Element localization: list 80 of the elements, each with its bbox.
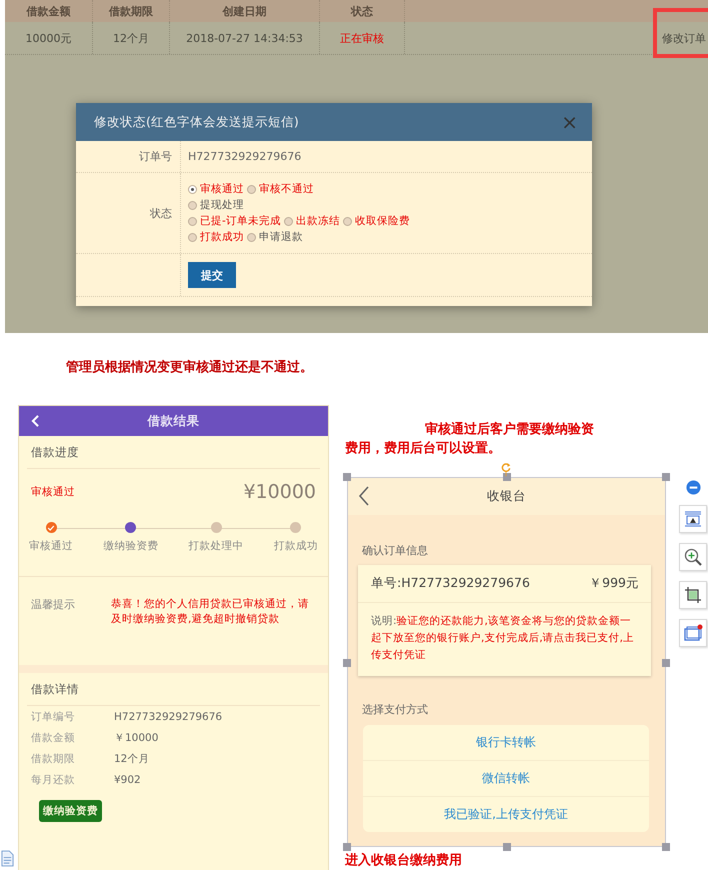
- loan-amount: ¥10000: [243, 481, 316, 503]
- edit-order-link[interactable]: 修改订单: [662, 30, 706, 46]
- column-header: 状态: [320, 0, 405, 22]
- price: ￥999元: [589, 575, 639, 592]
- radio-button[interactable]: [188, 200, 197, 210]
- radio-button[interactable]: [284, 216, 293, 226]
- image-layout-icon[interactable]: [679, 505, 707, 533]
- radio-button[interactable]: [188, 216, 197, 226]
- radio-label: 出款冻结: [296, 214, 340, 228]
- field-label: 订单号: [139, 149, 172, 164]
- radio-label: 已提-订单未完成: [200, 214, 281, 228]
- detail-label: 借款金额: [31, 730, 76, 744]
- rotate-handle-icon[interactable]: [500, 461, 512, 477]
- section-title: 借款详情: [31, 682, 79, 696]
- minus-icon[interactable]: [686, 480, 700, 495]
- detail-value: H727732929279676: [114, 710, 222, 722]
- caption: 进入收银台缴纳费用: [345, 853, 463, 869]
- table-cell: 10000元: [5, 22, 93, 54]
- column-header: 借款期限: [93, 0, 170, 22]
- caption: 管理员根据情况变更审核通过还是不通过。: [66, 360, 314, 376]
- radio-label: 审核通过: [200, 182, 244, 196]
- resize-handle[interactable]: [343, 843, 351, 851]
- radio-button[interactable]: [342, 216, 352, 226]
- detail-value: ￥10000: [114, 730, 158, 744]
- radio-button[interactable]: [247, 184, 256, 194]
- screen-title: 借款结果: [148, 412, 200, 430]
- resize-handle[interactable]: [662, 843, 670, 851]
- radio-label: 申请退款: [259, 230, 303, 244]
- column-header: 借款金额: [5, 0, 93, 22]
- submit-button[interactable]: 提交: [188, 262, 236, 288]
- detail-label: 借款期限: [31, 752, 76, 766]
- table-cell: 正在审核: [320, 22, 405, 54]
- pay-fee-button[interactable]: 缴纳验资费: [39, 800, 102, 822]
- column-header: 创建日期: [170, 0, 320, 22]
- table-cell: 12个月: [93, 22, 170, 54]
- resize-handle[interactable]: [343, 473, 351, 481]
- dialog-title: 修改状态(红色字体会发送提示短信): [94, 114, 299, 130]
- resize-handle[interactable]: [662, 473, 670, 481]
- radio-label: 收取保险费: [354, 214, 410, 228]
- section-title: 选择支付方式: [362, 702, 429, 717]
- screen-title: 收银台: [487, 488, 526, 505]
- resize-handle[interactable]: [503, 473, 511, 481]
- resize-handle[interactable]: [503, 843, 511, 851]
- tip-text: 恭喜！您的个人信用贷款已审核通过，请及时缴纳验资费,避免超时撤销贷款: [111, 597, 310, 627]
- radio-button[interactable]: [188, 184, 197, 194]
- detail-label: 订单编号: [31, 710, 76, 724]
- table-cell: 2018-07-27 14:34:53: [170, 22, 320, 54]
- highlight-frame: [653, 8, 708, 58]
- frame-icon[interactable]: [679, 619, 707, 647]
- resize-handle[interactable]: [343, 659, 351, 667]
- field-label: 状态: [150, 206, 172, 220]
- payment-option[interactable]: 我已验证,上传支付凭证: [363, 797, 649, 832]
- order-number: H727732929279676: [188, 150, 302, 163]
- caption: 审核通过后客户需要缴纳验资费用，费用后台可以设置。: [345, 420, 595, 458]
- detail-value: ¥902: [114, 774, 141, 786]
- step-label: 打款处理中: [188, 539, 244, 553]
- close-button[interactable]: ×: [561, 112, 578, 132]
- radio-label: 提现处理: [200, 198, 244, 212]
- note-text: 说明:验证您的还款能力,该笔资金将与您的贷款金额一起下放至您的银行账户,支付完成后,请点击我已支付,上传支付凭证: [370, 614, 636, 663]
- tip-label: 温馨提示: [31, 597, 76, 613]
- payment-option[interactable]: 银行卡转帐: [363, 725, 649, 761]
- radio-label: 打款成功: [200, 230, 244, 244]
- status-text: 审核通过: [31, 485, 75, 499]
- step-label: 打款成功: [274, 539, 318, 553]
- radio-button[interactable]: [188, 232, 197, 242]
- payment-option[interactable]: 微信转帐: [363, 761, 649, 797]
- order-number: 单号:H727732929279676: [371, 575, 530, 592]
- radio-button[interactable]: [247, 232, 256, 242]
- detail-value: 12个月: [114, 752, 150, 766]
- document-icon[interactable]: [1, 850, 14, 867]
- section-title: 借款进度: [31, 444, 79, 460]
- crop-icon[interactable]: [679, 581, 707, 609]
- back-icon[interactable]: [358, 486, 370, 506]
- detail-label: 每月还款: [31, 772, 76, 786]
- step-label: 审核通过: [29, 539, 73, 553]
- radio-label: 审核不通过: [259, 182, 314, 196]
- step-label: 缴纳验资费: [103, 539, 158, 553]
- section-title: 确认订单信息: [362, 543, 429, 558]
- zoom-in-icon[interactable]: [679, 543, 707, 571]
- resize-handle[interactable]: [662, 659, 670, 667]
